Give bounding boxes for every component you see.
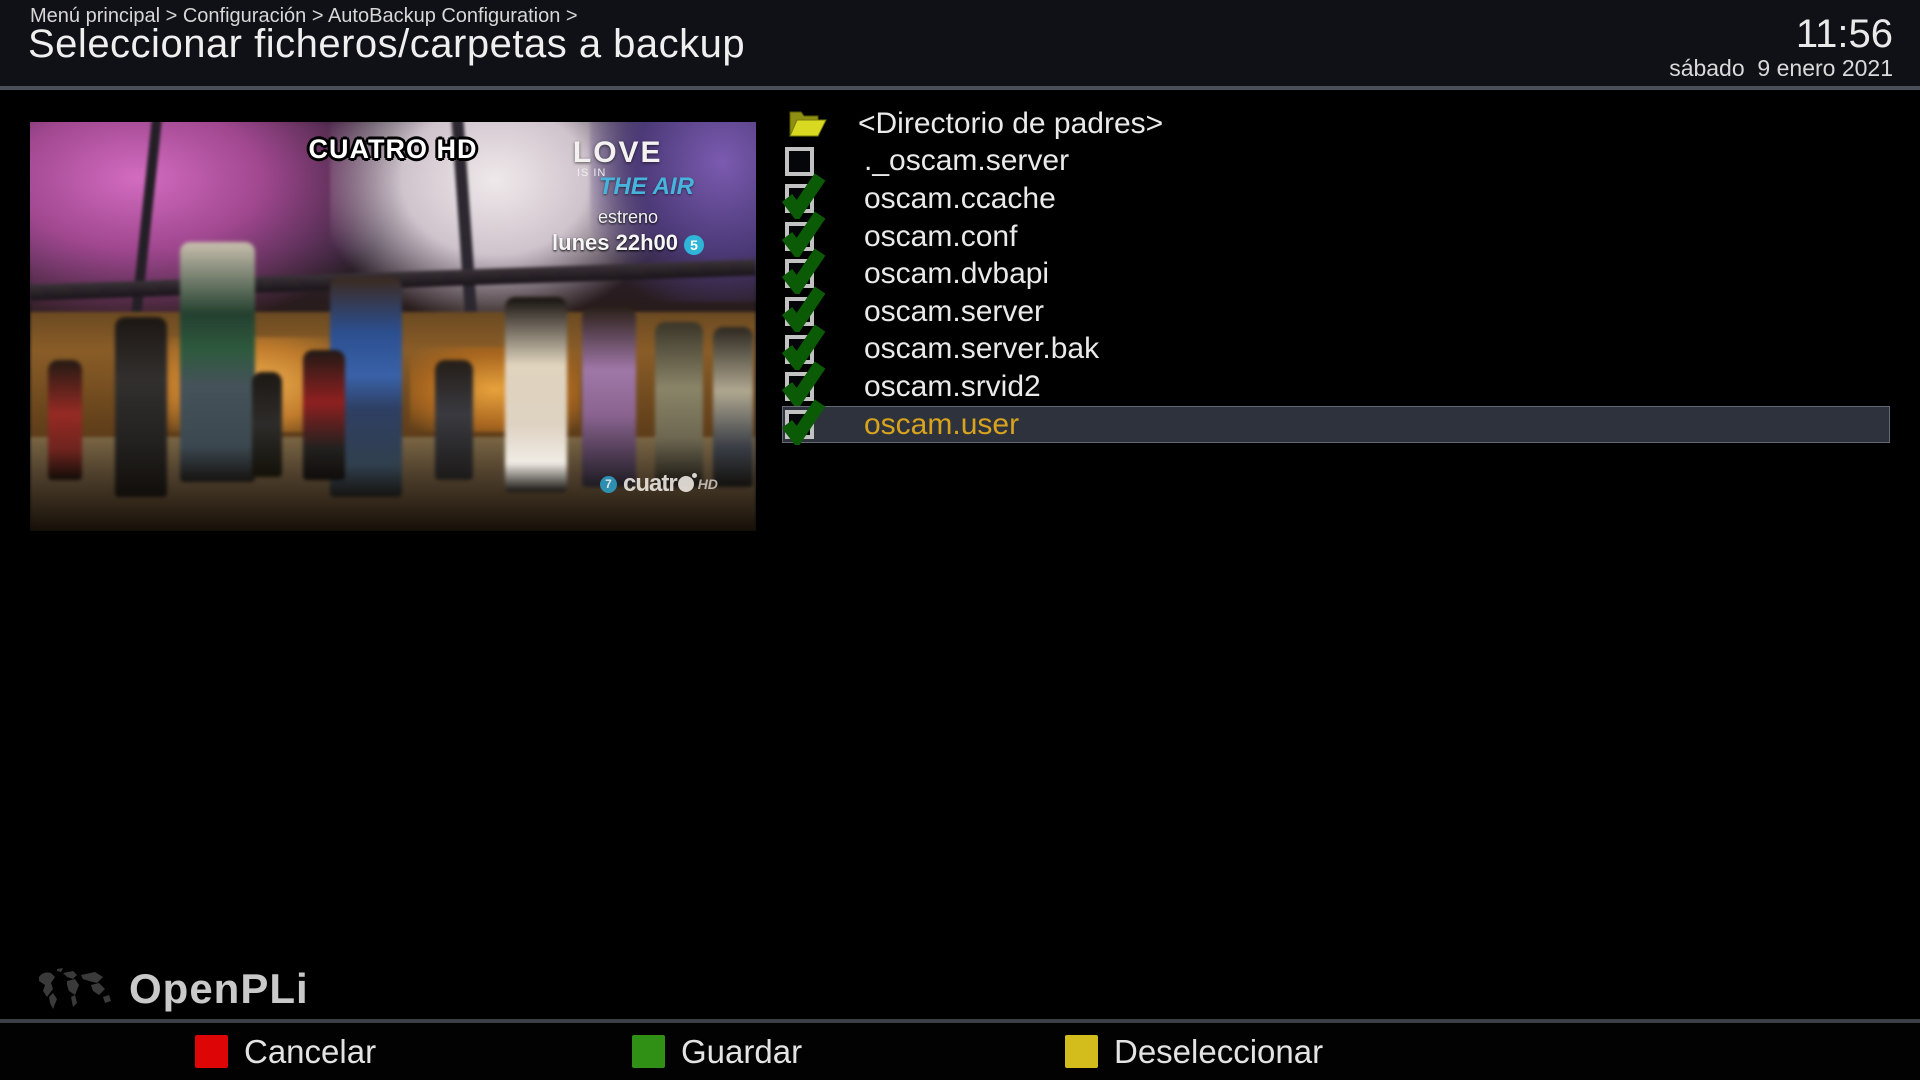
checkbox-icon (785, 259, 814, 288)
video-watermark: 7 cuatr HD (600, 470, 718, 498)
telecinco-badge-icon: 5 (684, 235, 704, 255)
checkbox-icon (785, 335, 814, 364)
openpli-logo-text: OpenPLi (129, 965, 309, 1013)
la7-badge-icon: 7 (600, 476, 617, 493)
backup-file-list: <Directorio de padres> (782, 105, 1890, 443)
color-key-icon (1065, 1035, 1098, 1068)
promo-time-text: lunes 22h00 (552, 230, 678, 255)
live-video-preview: CUATRO HD LOVE IS IN THE AIR estreno lun… (30, 122, 756, 531)
promo-theair-text: THE AIR (599, 175, 694, 199)
file-list-row[interactable]: oscam.server (782, 293, 1890, 331)
cuatro-watermark-text: cuatr (623, 470, 677, 497)
file-list-row[interactable]: oscam.conf (782, 218, 1890, 256)
file-name-label: oscam.srvid2 (864, 370, 1041, 404)
cuatro-o-icon (678, 476, 694, 492)
header-separator (0, 86, 1920, 90)
checkbox-icon (785, 147, 814, 176)
checkbox-icon (785, 222, 814, 251)
color-button-label: Cancelar (244, 1033, 376, 1071)
clock: 11:56 (1796, 12, 1893, 57)
promo-love-text: LOVE (573, 138, 694, 168)
row-state-gutter (782, 105, 858, 143)
row-state-gutter (782, 255, 858, 293)
color-button-red[interactable]: Cancelar (195, 1023, 376, 1080)
row-state-gutter (782, 406, 858, 444)
color-button-green[interactable]: Guardar (632, 1023, 802, 1080)
tv-screen: Menú principal > Configuración > AutoBac… (0, 0, 1920, 1080)
file-name-label: oscam.user (864, 408, 1019, 442)
file-list-row[interactable]: ._oscam.server (782, 143, 1890, 181)
row-state-gutter (782, 143, 858, 181)
file-name-label: ._oscam.server (864, 144, 1069, 178)
color-button-label: Deseleccionar (1114, 1033, 1323, 1071)
checkbox-icon (785, 297, 814, 326)
file-name-label: oscam.conf (864, 220, 1017, 254)
row-state-gutter (782, 368, 858, 406)
file-name-label: oscam.server.bak (864, 332, 1099, 366)
folder-icon (788, 108, 828, 139)
file-name-label: oscam.server (864, 295, 1044, 329)
row-state-gutter (782, 331, 858, 369)
file-name-label: <Directorio de padres> (858, 107, 1163, 141)
color-button-bar: Cancelar Guardar Deseleccionar (0, 1023, 1920, 1080)
color-key-icon (632, 1035, 665, 1068)
row-state-gutter (782, 180, 858, 218)
promo-estreno-text: estreno (552, 206, 704, 229)
checkbox-icon (785, 184, 814, 213)
file-name-label: oscam.ccache (864, 182, 1056, 216)
file-list-row[interactable]: oscam.user (782, 406, 1890, 444)
video-promo-logo: LOVE IS IN THE AIR (573, 138, 694, 199)
color-button-label: Guardar (681, 1033, 802, 1071)
row-state-gutter (782, 218, 858, 256)
checkbox-icon (785, 410, 814, 439)
file-name-label: oscam.dvbapi (864, 257, 1049, 291)
color-key-icon (195, 1035, 228, 1068)
video-promo-schedule: estreno lunes 22h00 5 (552, 206, 704, 256)
header: Menú principal > Configuración > AutoBac… (0, 0, 1920, 86)
world-map-icon (33, 967, 119, 1015)
file-list-row[interactable]: oscam.srvid2 (782, 368, 1890, 406)
hd-watermark-text: HD (698, 476, 718, 492)
color-button-yellow[interactable]: Deseleccionar (1065, 1023, 1323, 1080)
row-state-gutter (782, 293, 858, 331)
page-title: Seleccionar ficheros/carpetas a backup (28, 22, 745, 67)
file-list-row[interactable]: oscam.server.bak (782, 331, 1890, 369)
file-list-row[interactable]: oscam.dvbapi (782, 255, 1890, 293)
file-list-row[interactable]: oscam.ccache (782, 180, 1890, 218)
date: sábado 9 enero 2021 (1669, 55, 1893, 82)
file-list-row[interactable]: <Directorio de padres> (782, 105, 1890, 143)
checkbox-icon (785, 372, 814, 401)
